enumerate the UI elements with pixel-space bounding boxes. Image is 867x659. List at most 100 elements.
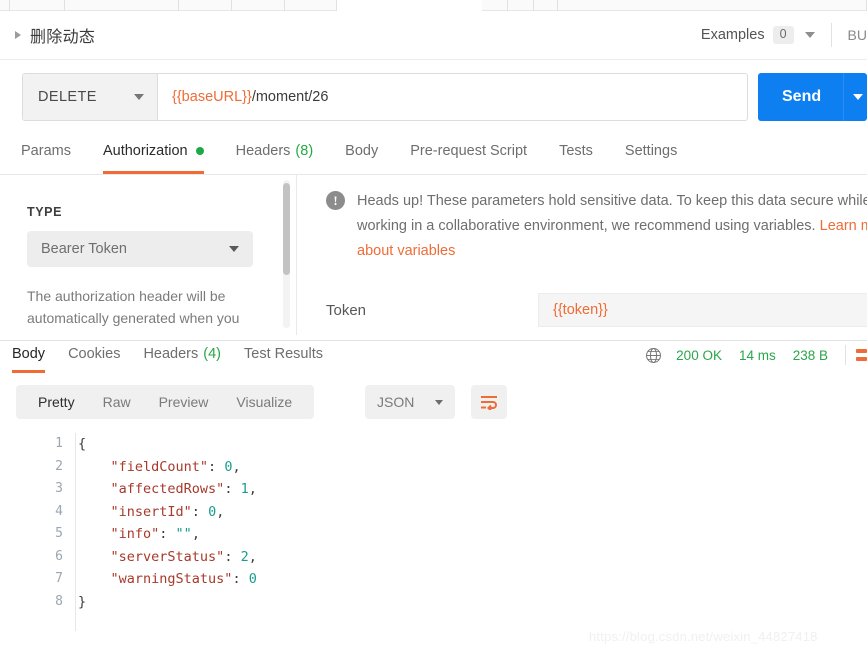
auth-type-label: TYPE <box>27 205 63 219</box>
language-select[interactable]: JSON <box>365 385 455 419</box>
line-number: 8 <box>55 593 63 609</box>
line-number: 6 <box>55 548 63 564</box>
code-line: "info": "", <box>78 523 257 546</box>
tab-strip-cell[interactable] <box>232 0 285 11</box>
code-token: : <box>208 458 225 475</box>
build-label[interactable]: BU <box>848 27 867 43</box>
tab-strip-cell[interactable] <box>285 0 337 11</box>
request-tab-pre-request-script[interactable]: Pre-request Script <box>410 137 527 174</box>
line-number: 2 <box>55 458 63 474</box>
send-label: Send <box>782 88 822 105</box>
auth-scrollbar-thumb[interactable] <box>283 183 290 275</box>
tab-label: Tests <box>559 142 593 159</box>
format-tab-preview[interactable]: Preview <box>145 394 223 410</box>
code-line: "fieldCount": 0, <box>78 456 257 479</box>
request-tab-tests[interactable]: Tests <box>559 137 593 174</box>
tab-count-badge: (8) <box>295 142 314 159</box>
auth-learn-link[interactable]: Learn <box>139 332 175 335</box>
chevron-right-icon[interactable] <box>15 31 21 39</box>
tab-label: Authorization <box>102 142 188 159</box>
response-panel: Body Cookies Headers (4) Test Results 200 OK… <box>0 340 867 659</box>
tab-strip-cell[interactable] <box>179 0 232 11</box>
response-tab-headers[interactable]: Headers (4) <box>143 342 221 373</box>
tab-strip-cell[interactable] <box>65 0 179 11</box>
tab-label: Pre-request Script <box>410 142 528 159</box>
auth-description: The authorization header will be automat… <box>27 285 259 335</box>
save-response-icon[interactable] <box>856 349 867 361</box>
code-token: , <box>191 526 200 542</box>
auth-scrollbar[interactable] <box>283 180 290 328</box>
tab-label: Test Results <box>244 345 323 362</box>
format-tab-raw[interactable]: Raw <box>89 394 145 410</box>
url-input[interactable]: {{baseURL}}/moment/26 <box>158 74 747 120</box>
request-tab-headers[interactable]: Headers (8) <box>236 137 314 174</box>
response-body-code[interactable]: 1 2 3 4 5 6 7 8 { "fieldCount": 0, "affectedRow… <box>0 427 867 637</box>
auth-detail-column: ! Heads up! These parameters hold sensit… <box>310 175 867 335</box>
tab-label: Body <box>345 142 379 159</box>
breadcrumb[interactable]: 删除动态 <box>15 23 95 47</box>
request-tabs: Params Authorization Headers (8) Body Pre-req… <box>0 137 867 175</box>
token-input[interactable]: {{token}} <box>538 293 867 327</box>
code-line: { <box>78 433 257 456</box>
code-line: "insertId": 0, <box>78 501 257 524</box>
word-wrap-icon <box>481 396 497 410</box>
tab-strip-cell[interactable] <box>558 0 867 11</box>
format-tab-visualize[interactable]: Visualize <box>222 394 306 410</box>
code-token: , <box>232 458 241 475</box>
response-time[interactable]: 14 ms <box>739 348 776 363</box>
format-tab-pretty[interactable]: Pretty <box>24 394 89 410</box>
response-tab-body[interactable]: Body <box>12 342 46 373</box>
tab-label: Settings <box>624 142 678 159</box>
auth-type-value: Bearer Token <box>41 241 127 257</box>
code-token: "info" <box>78 526 160 542</box>
request-header: 删除动态 Examples 0 BU <box>0 11 867 60</box>
tab-label: Headers <box>143 345 199 362</box>
code-token: : <box>232 571 249 587</box>
code-token: , <box>216 503 225 520</box>
url-variable: {{baseURL}} <box>172 89 252 105</box>
tab-strip-cell[interactable] <box>10 0 65 11</box>
request-tab-body[interactable]: Body <box>345 137 378 174</box>
tab-strip-cell[interactable] <box>534 0 558 11</box>
chevron-down-icon[interactable] <box>134 94 144 100</box>
response-size[interactable]: 238 B <box>793 348 828 363</box>
response-tab-cookies[interactable]: Cookies <box>68 342 120 373</box>
code-line: "affectedRows": 1, <box>78 478 257 501</box>
code-token: "" <box>175 526 192 542</box>
code-line: } <box>78 591 257 614</box>
auth-type-column: TYPE Bearer Token The authorization head… <box>0 175 286 335</box>
request-tab-settings[interactable]: Settings <box>625 137 677 174</box>
token-row: Token {{token}} <box>326 293 867 327</box>
panel-divider <box>296 175 297 335</box>
token-label: Token <box>326 301 367 319</box>
examples-label: Examples <box>700 27 765 43</box>
status-divider <box>845 345 846 365</box>
line-number: 1 <box>55 436 63 451</box>
chevron-down-icon[interactable] <box>804 32 815 38</box>
tab-strip-gap <box>337 0 387 11</box>
auth-type-select[interactable]: Bearer Token <box>27 231 253 267</box>
word-wrap-button[interactable] <box>471 385 507 419</box>
chevron-down-icon[interactable] <box>435 399 443 405</box>
request-tab-authorization[interactable]: Authorization <box>102 137 204 174</box>
line-number: 4 <box>55 503 63 519</box>
line-number: 3 <box>55 481 63 496</box>
tab-strip-cell[interactable] <box>482 0 508 11</box>
chevron-down-icon[interactable] <box>853 94 864 100</box>
tab-strip-cell[interactable] <box>508 0 534 11</box>
tab-strip-cell[interactable] <box>0 0 10 11</box>
code-text[interactable]: { "fieldCount": 0, "affectedRows": 1, "i… <box>78 433 257 613</box>
chevron-down-icon[interactable] <box>229 246 239 252</box>
url-input-group: DELETE {{baseURL}}/moment/26 <box>22 73 748 121</box>
request-tab-strip[interactable] <box>0 0 867 11</box>
code-token: : <box>224 548 241 565</box>
status-code[interactable]: 200 OK <box>676 348 722 363</box>
request-tab-params[interactable]: Params <box>21 137 71 174</box>
tab-label: Body <box>12 345 46 362</box>
response-tab-test-results[interactable]: Test Results <box>244 342 323 373</box>
alert-icon: ! <box>326 191 345 210</box>
method-select[interactable]: DELETE <box>23 74 158 120</box>
code-token: { <box>78 436 87 452</box>
send-button[interactable]: Send <box>758 73 867 121</box>
code-token: 0 <box>208 503 217 520</box>
